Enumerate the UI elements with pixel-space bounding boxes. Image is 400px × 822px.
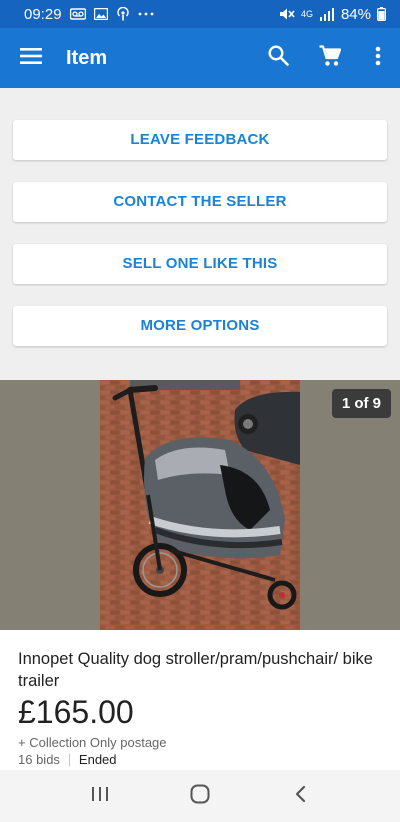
system-nav-bar [0,770,400,822]
photo-counter: 1 of 9 [331,389,391,418]
recent-apps-button[interactable] [70,770,130,822]
podcast-icon [116,7,130,21]
item-price: £165.00 [18,694,134,730]
divider [68,752,70,767]
item-actions-panel: LEAVE FEEDBACK CONTACT THE SELLER SELL O… [0,88,400,380]
cart-icon [319,44,342,72]
search-icon [267,45,289,71]
more-options-button[interactable] [356,28,400,88]
cart-button[interactable] [304,28,356,88]
listing-status: Ended [78,752,117,767]
voicemail-icon [69,8,86,20]
network-type: 4G [300,8,313,19]
item-image-gallery[interactable]: 1 of 9 [0,380,400,630]
signal-icon [319,7,335,21]
home-icon [190,784,210,809]
status-bar: 09:29 4G 84% [0,0,400,28]
more-dots-icon [138,12,154,16]
item-title: Innopet Quality dog stroller/pram/pushch… [18,650,373,690]
more-options-list-button[interactable]: MORE OPTIONS [13,306,387,346]
search-button[interactable] [252,28,304,88]
item-details: Innopet Quality dog stroller/pram/pushch… [0,630,400,770]
menu-button[interactable] [0,28,62,88]
more-vert-icon [375,46,381,71]
bids-status-row: 16 bids Ended [18,752,117,767]
sell-one-like-this-button[interactable]: SELL ONE LIKE THIS [13,244,387,284]
recent-apps-icon [91,786,109,807]
mute-icon [279,7,295,21]
home-button[interactable] [170,770,230,822]
gallery-icon [93,8,108,20]
bids-count: 16 bids [18,752,60,767]
battery-icon [377,7,386,21]
app-bar: Item [0,28,400,88]
menu-icon [20,47,42,69]
battery-percent: 84% [340,5,371,23]
back-button[interactable] [270,770,330,822]
back-icon [294,785,306,808]
contact-seller-button[interactable]: CONTACT THE SELLER [13,182,387,222]
page-title: Item [66,46,108,69]
item-postage: + Collection Only postage [18,735,167,750]
status-time: 09:29 [24,5,62,23]
item-photo[interactable] [100,380,300,630]
leave-feedback-button[interactable]: LEAVE FEEDBACK [13,120,387,160]
